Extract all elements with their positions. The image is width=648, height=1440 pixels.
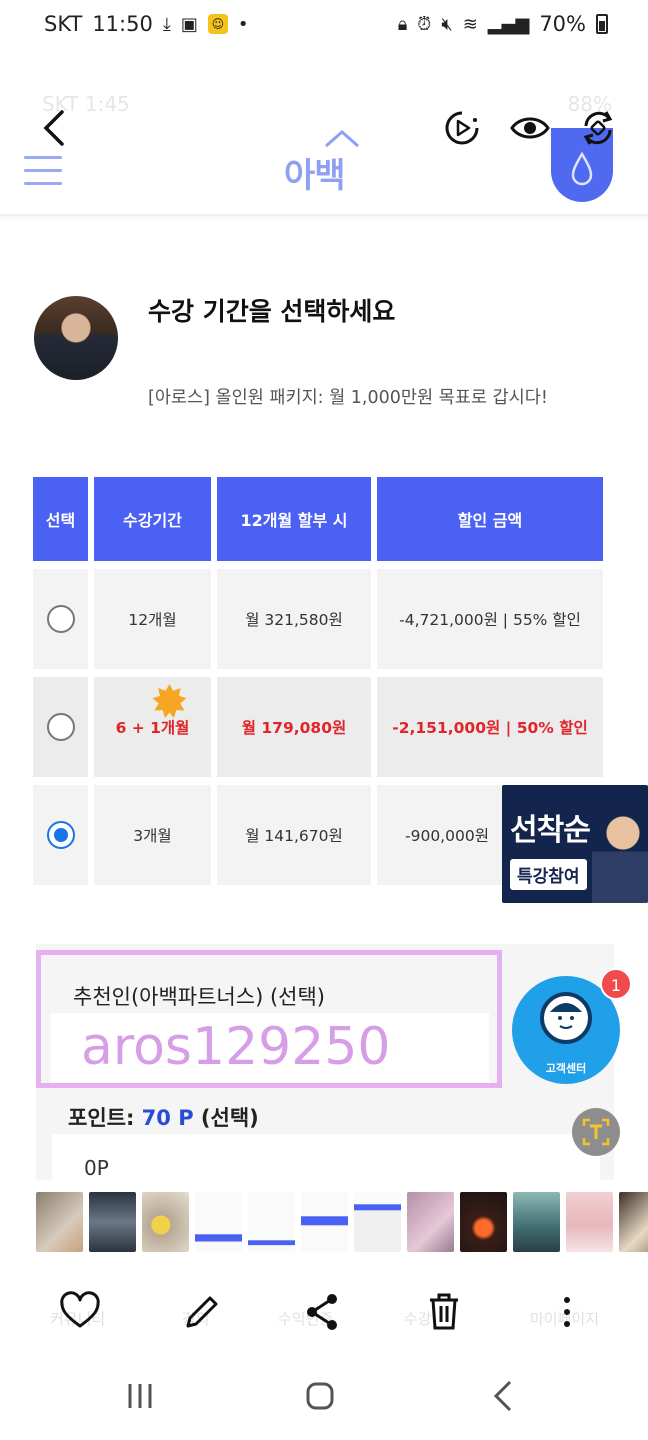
discount-cell: -2,151,000원 | 50% 할인 bbox=[377, 677, 603, 777]
alarm-icon: ⏰︎ bbox=[417, 13, 432, 35]
heart-icon[interactable] bbox=[58, 1290, 102, 1334]
carrier: SKT bbox=[44, 12, 83, 36]
menu-icon[interactable] bbox=[24, 156, 62, 186]
mute-icon: 🔇︎ bbox=[441, 13, 453, 35]
dot-icon: • bbox=[237, 13, 249, 35]
table-row[interactable]: 6 + 1개월 월 179,080원 -2,151,000원 | 50% 할인 bbox=[33, 677, 603, 777]
banner-person-image bbox=[592, 811, 648, 903]
points-amount: 70 P bbox=[141, 1106, 194, 1130]
thumbnail[interactable] bbox=[89, 1192, 136, 1252]
header-select: 선택 bbox=[33, 477, 88, 561]
best-badge-icon bbox=[152, 684, 187, 718]
thumbnail[interactable] bbox=[248, 1192, 295, 1252]
image-icon: ▣ bbox=[180, 13, 198, 35]
home-icon[interactable] bbox=[300, 1376, 340, 1416]
monthly-cell: 월 141,670원 bbox=[217, 785, 371, 885]
thumbnail-strip bbox=[36, 1192, 648, 1252]
battery-icon bbox=[596, 14, 608, 34]
course-name: [아로스] 올인원 패키지: 월 1,000만원 목표로 갑시다! bbox=[148, 388, 548, 408]
header-period: 수강기간 bbox=[94, 477, 211, 561]
signal-icon: ▂▄▆ bbox=[487, 13, 530, 35]
battery-level: 70% bbox=[539, 12, 586, 36]
back-arrow-icon[interactable] bbox=[36, 106, 76, 150]
points-input[interactable]: 0P bbox=[52, 1134, 600, 1194]
thumbnail[interactable] bbox=[513, 1192, 560, 1252]
referrer-input[interactable]: aros129250 bbox=[51, 1013, 489, 1083]
eye-icon[interactable] bbox=[510, 108, 550, 148]
header-installment: 12개월 할부 시 bbox=[217, 477, 371, 561]
status-bar: SKT 11:50 ⤓ ▣ ☺ • 🔒︎ ⏰︎ 🔇︎ ≋ ▂▄▆ 70% bbox=[0, 0, 648, 48]
edit-icon[interactable] bbox=[180, 1290, 224, 1334]
table-row[interactable]: 12개월 월 321,580원 -4,721,000원 | 55% 할인 bbox=[33, 569, 603, 669]
text-extract-button[interactable] bbox=[572, 1108, 620, 1156]
thumbnail[interactable] bbox=[407, 1192, 454, 1252]
share-icon[interactable] bbox=[300, 1290, 344, 1334]
more-options-icon[interactable] bbox=[545, 1290, 589, 1334]
banner-title: 선착순 bbox=[510, 813, 591, 848]
download-icon: ⤓ bbox=[162, 13, 171, 35]
thumbnail[interactable] bbox=[460, 1192, 507, 1252]
instructor-avatar bbox=[34, 296, 118, 380]
period-cell: 12개월 bbox=[94, 569, 211, 669]
wifi-icon: ≋ bbox=[462, 13, 478, 35]
trash-icon[interactable] bbox=[422, 1290, 466, 1334]
notification-badge: 1 bbox=[600, 968, 632, 1000]
nav-back-icon[interactable] bbox=[484, 1376, 524, 1416]
header-discount: 할인 금액 bbox=[377, 477, 603, 561]
clock: 11:50 bbox=[92, 12, 153, 36]
monthly-cell: 월 321,580원 bbox=[217, 569, 371, 669]
first-come-banner[interactable]: 선착순 특강참여 bbox=[502, 785, 648, 903]
monthly-cell: 월 179,080원 bbox=[217, 677, 371, 777]
thumbnail[interactable] bbox=[142, 1192, 189, 1252]
viewer-toolbar bbox=[0, 96, 648, 160]
thumbnail[interactable] bbox=[566, 1192, 613, 1252]
radio-6-plus-1-months[interactable] bbox=[46, 713, 75, 741]
thumbnail[interactable] bbox=[195, 1192, 242, 1252]
thumbnail[interactable] bbox=[619, 1192, 648, 1252]
sun-app-icon: ☺ bbox=[207, 14, 228, 34]
system-nav-bar bbox=[0, 1372, 648, 1432]
thumbnail[interactable] bbox=[36, 1192, 83, 1252]
support-label: 고객센터 bbox=[545, 1062, 587, 1075]
thumbnail[interactable] bbox=[354, 1192, 401, 1252]
motion-photo-icon[interactable] bbox=[442, 108, 482, 148]
text-scan-icon bbox=[582, 1118, 610, 1146]
rotate-icon[interactable] bbox=[578, 108, 618, 148]
points-label: 포인트: 70 P (선택) bbox=[68, 1106, 259, 1130]
banner-pill: 특강참여 bbox=[510, 859, 587, 890]
discount-cell: -4,721,000원 | 55% 할인 bbox=[377, 569, 603, 669]
lock-icon: 🔒︎ bbox=[397, 13, 408, 35]
referrer-highlight: 추천인(아백파트너스) (선택) aros129250 bbox=[36, 950, 502, 1088]
referrer-label: 추천인(아백파트너스) (선택) bbox=[73, 985, 325, 1009]
photo-action-bar bbox=[0, 1290, 648, 1346]
period-cell: 6 + 1개월 bbox=[115, 719, 190, 737]
support-agent-icon bbox=[540, 992, 592, 1044]
thumbnail[interactable] bbox=[301, 1192, 348, 1252]
page-title: 수강 기간을 선택하세요 bbox=[148, 297, 396, 326]
radio-12-months[interactable] bbox=[46, 605, 75, 633]
radio-3-months[interactable] bbox=[46, 821, 75, 849]
recent-apps-icon[interactable] bbox=[120, 1376, 160, 1416]
period-cell: 3개월 bbox=[94, 785, 211, 885]
